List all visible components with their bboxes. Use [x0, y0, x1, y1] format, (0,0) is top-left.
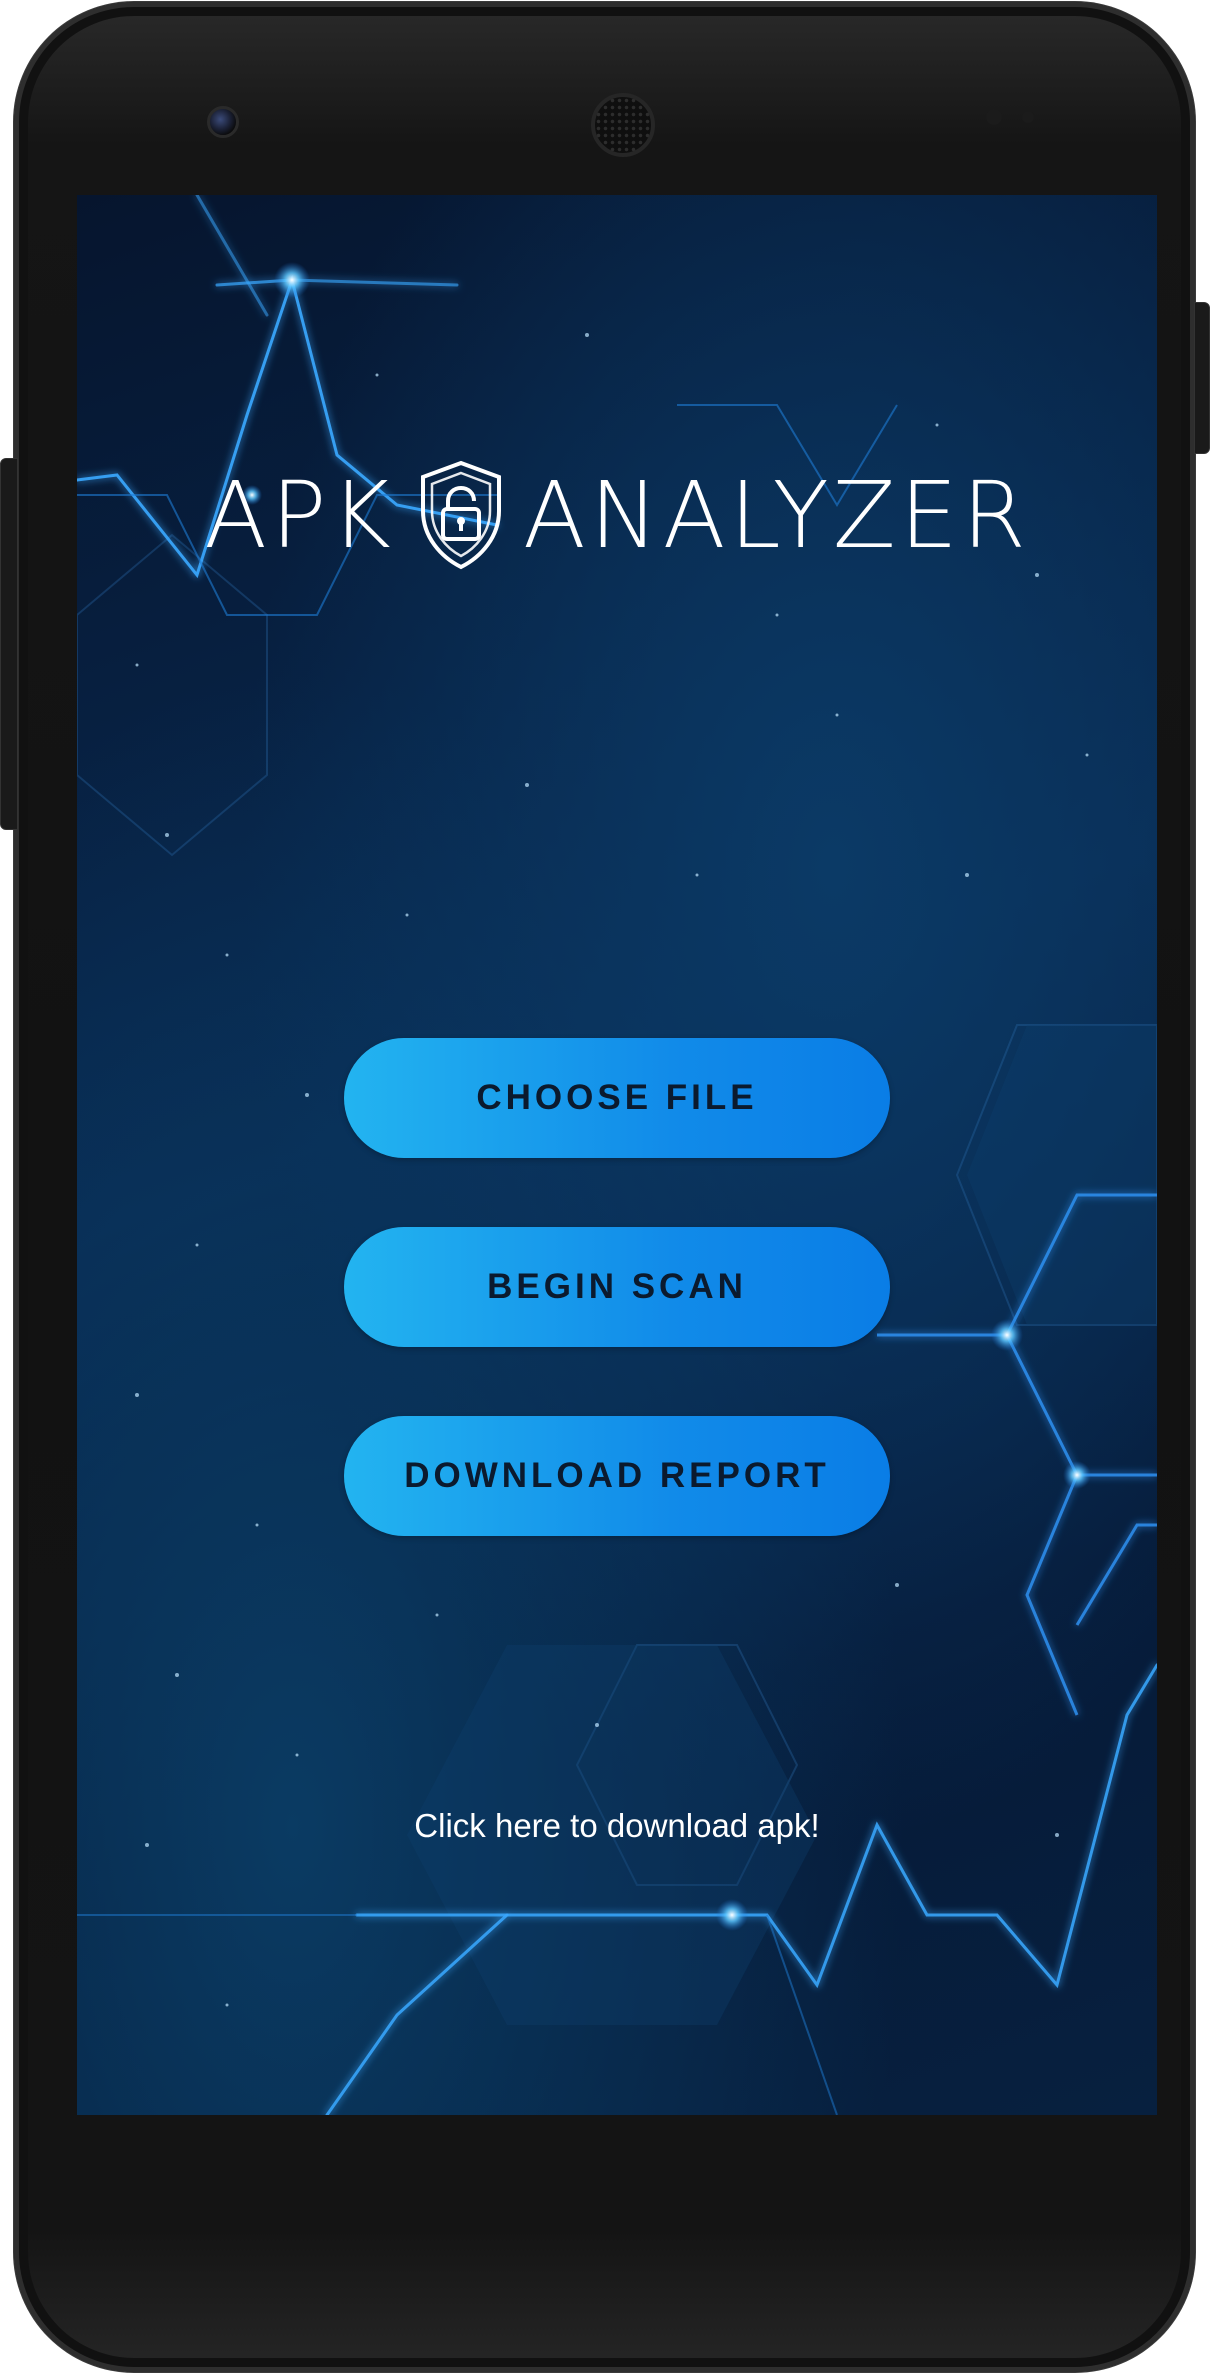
app-screen: APK ANALYZER CHOOSE FILE BEGIN SCAN DOWN… [77, 195, 1157, 2115]
front-camera-icon [207, 106, 239, 138]
begin-scan-button[interactable]: BEGIN SCAN [344, 1227, 890, 1347]
light-sensor-icon [1022, 111, 1034, 123]
logo-text-analyzer: ANALYZER [522, 461, 1030, 569]
earpiece-speaker-icon [591, 93, 655, 157]
download-apk-link[interactable]: Click here to download apk! [77, 1807, 1157, 1845]
app-logo: APK ANALYZER [77, 455, 1157, 575]
choose-file-button[interactable]: CHOOSE FILE [344, 1038, 890, 1158]
proximity-sensor-icon [986, 109, 1002, 125]
phone-frame: APK ANALYZER CHOOSE FILE BEGIN SCAN DOWN… [14, 2, 1195, 2372]
volume-button [0, 458, 18, 830]
logo-text-apk: APK [204, 461, 395, 569]
download-report-button[interactable]: DOWNLOAD REPORT [344, 1416, 890, 1536]
power-button [1194, 302, 1210, 454]
shield-lock-icon [420, 460, 501, 570]
